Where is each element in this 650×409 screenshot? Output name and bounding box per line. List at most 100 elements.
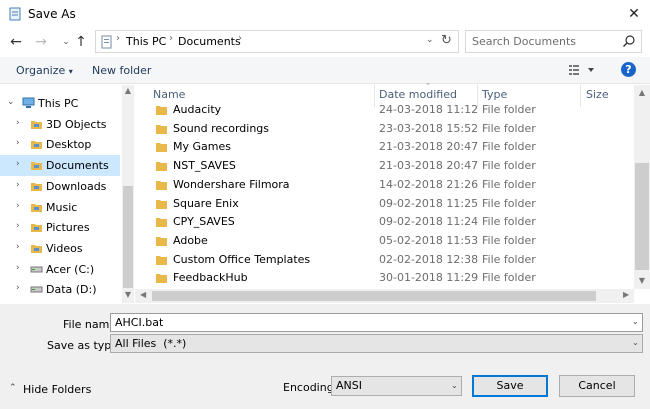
chevron-right-icon[interactable]: › [169, 33, 173, 44]
file-row[interactable]: Square Enix 09-02-2018 11:25 File folder [135, 195, 615, 214]
save-button[interactable]: Save [472, 375, 548, 397]
chevron-down-icon[interactable]: ⌄ [632, 338, 639, 347]
file-list-scroll-thumb[interactable] [635, 163, 649, 270]
chevron-right-icon[interactable]: › [16, 180, 20, 190]
file-type: File folder [482, 159, 536, 173]
file-row[interactable]: NST_SAVES 21-03-2018 20:47 File folder [135, 157, 615, 176]
file-row[interactable]: Adobe 05-02-2018 11:53 File folder [135, 232, 615, 251]
hide-folders-label: Hide Folders [23, 383, 92, 396]
chevron-down-icon[interactable]: ⌄ [632, 317, 639, 326]
recent-locations-button[interactable]: ⌄ [58, 33, 74, 51]
file-type: File folder [482, 233, 536, 247]
cancel-button[interactable]: Cancel [559, 375, 635, 397]
back-button[interactable]: ← [8, 33, 24, 51]
nav-item-label: 3D Objects [46, 117, 107, 131]
chevron-right-icon[interactable]: › [16, 159, 20, 169]
breadcrumb-documents[interactable]: Documents [178, 35, 241, 48]
document-icon [101, 35, 112, 49]
file-date-modified: 02-02-2018 12:38 [379, 252, 479, 266]
nav-item[interactable]: › Videos [0, 238, 120, 259]
scroll-right-icon[interactable]: ▶ [623, 290, 629, 299]
file-row[interactable]: My Games 21-03-2018 20:47 File folder [135, 138, 615, 157]
breadcrumb-this-pc[interactable]: This PC [126, 35, 166, 48]
scroll-down-icon[interactable]: ▼ [634, 276, 650, 285]
folder-icon [156, 162, 167, 172]
chevron-right-icon[interactable]: › [16, 263, 20, 273]
file-type: File folder [482, 215, 536, 229]
chevron-right-icon: › [116, 33, 120, 44]
file-row[interactable]: FeedbackHub 30-01-2018 11:29 File folder [135, 269, 615, 288]
forward-button[interactable]: → [33, 33, 49, 51]
refresh-icon[interactable]: ↻ [441, 33, 452, 48]
help-button[interactable]: ? [621, 62, 636, 77]
nav-item-label: Music [46, 200, 78, 214]
nav-item[interactable]: › Acer (C:) [0, 259, 120, 280]
scroll-up-icon[interactable]: ▲ [634, 88, 650, 97]
search-icon[interactable] [622, 34, 636, 48]
arrow-up-icon: ↑ [75, 34, 87, 50]
column-header-size[interactable]: Size [586, 88, 609, 101]
save-as-type-select[interactable]: All Files (*.*) [110, 334, 643, 353]
file-name: Adobe [173, 233, 208, 247]
nav-item-label: Acer (C:) [46, 262, 95, 276]
chevron-down-icon[interactable]: ⌄ [451, 381, 458, 390]
folder-icon [156, 255, 167, 265]
address-bar[interactable]: › This PC › Documents › ⌄ ↻ [95, 30, 459, 53]
nav-item-label: Data (D:) [46, 283, 97, 297]
file-name: Audacity [173, 103, 222, 116]
scroll-up-icon[interactable]: ▲ [122, 86, 134, 98]
chevron-down-icon[interactable]: ⌄ [7, 97, 15, 107]
hide-folders-button[interactable]: Hide Folders [9, 383, 91, 396]
search-placeholder: Search Documents [472, 35, 577, 48]
view-options-icon[interactable] [567, 63, 595, 77]
file-date-modified: 14-02-2018 21:26 [379, 177, 479, 191]
nav-item[interactable]: › Music [0, 197, 120, 218]
file-name-input[interactable]: AHCI.bat [110, 313, 643, 332]
scroll-down-icon[interactable]: ▼ [122, 290, 134, 302]
file-name-value: AHCI.bat [115, 316, 164, 329]
window-title: Save As [28, 7, 76, 21]
music-folder-icon [31, 203, 42, 212]
file-date-modified: 09-02-2018 11:24 [379, 215, 479, 229]
arrow-left-icon: ← [10, 34, 22, 50]
nav-item[interactable]: › 3D Objects [0, 114, 120, 135]
column-header-type[interactable]: Type [482, 88, 507, 101]
chevron-down-icon: ⌄ [62, 37, 70, 47]
nav-item[interactable]: › Desktop [0, 134, 120, 155]
chevron-right-icon[interactable]: › [238, 33, 242, 44]
file-date-modified: 21-03-2018 20:47 [379, 140, 479, 154]
organize-button[interactable]: Organize ▾ [16, 64, 73, 77]
file-row[interactable]: Custom Office Templates 02-02-2018 12:38 F… [135, 251, 615, 270]
address-dropdown-icon[interactable]: ⌄ [426, 35, 434, 45]
chevron-right-icon[interactable]: › [16, 201, 20, 211]
chevron-right-icon[interactable]: › [16, 283, 20, 293]
scroll-left-icon[interactable]: ◀ [140, 290, 146, 299]
column-header-date-modified[interactable]: Date modified [379, 88, 457, 101]
nav-scroll-thumb[interactable] [123, 186, 133, 288]
nav-item[interactable]: › Data (D:) [0, 279, 120, 300]
save-as-type-value: All Files (*.*) [115, 337, 187, 350]
file-date-modified: 05-02-2018 11:53 [379, 233, 479, 247]
folder-icon [156, 218, 167, 228]
file-row[interactable]: Audacity 24-03-2018 11:12 File folder [135, 101, 615, 120]
nav-item[interactable]: ⌄ This PC [0, 93, 120, 114]
new-folder-button[interactable]: New folder [92, 64, 151, 77]
up-button[interactable]: ↑ [73, 33, 89, 51]
chevron-right-icon[interactable]: › [16, 221, 20, 231]
chevron-right-icon[interactable]: › [16, 118, 20, 128]
close-button[interactable]: ✕ [622, 4, 646, 24]
chevron-right-icon[interactable]: › [16, 242, 20, 252]
search-input[interactable]: Search Documents [465, 30, 642, 53]
chevron-right-icon[interactable]: › [16, 138, 20, 148]
file-row[interactable]: Wondershare Filmora 14-02-2018 21:26 File … [135, 176, 615, 195]
file-row[interactable]: Sound recordings 23-03-2018 15:52 File fol… [135, 120, 615, 139]
nav-item[interactable]: › Downloads [0, 176, 120, 197]
nav-item[interactable]: › Pictures [0, 217, 120, 238]
horizontal-scroll-thumb[interactable] [152, 291, 596, 301]
column-header-name[interactable]: Name [153, 88, 185, 101]
file-row[interactable]: CPY_SAVES 09-02-2018 11:24 File folder [135, 213, 615, 232]
folder-icon [156, 124, 167, 134]
folder-icon [156, 143, 167, 153]
encoding-select[interactable]: ANSI [331, 376, 462, 396]
nav-item[interactable]: › Documents [0, 155, 120, 177]
